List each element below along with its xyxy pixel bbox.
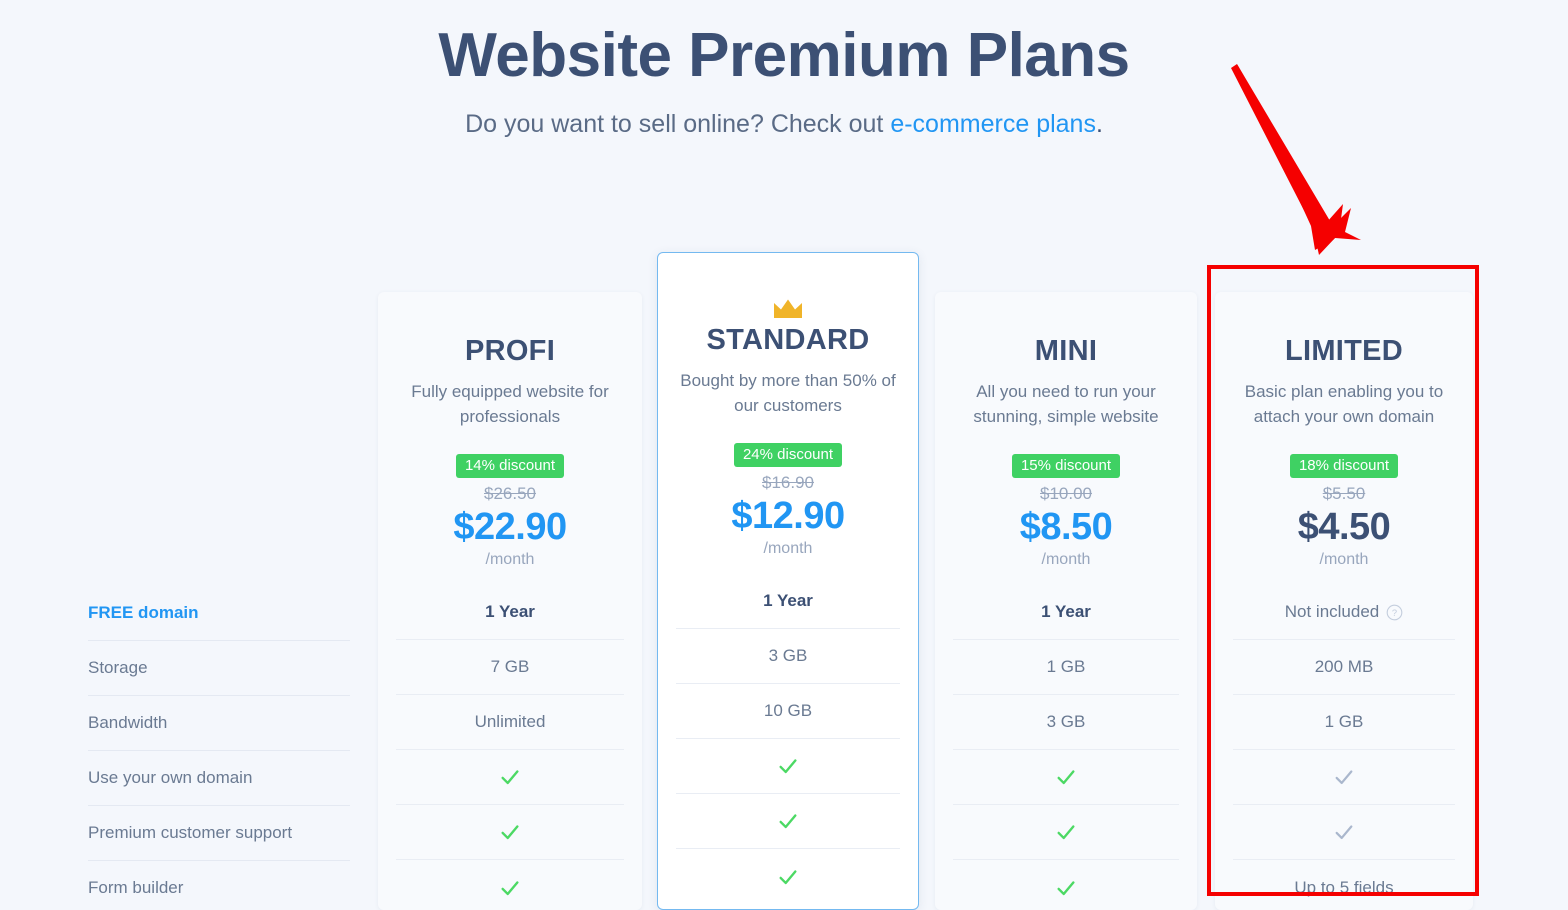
svg-text:?: ? xyxy=(1392,608,1397,618)
feature-label-free-domain: FREE domain xyxy=(88,586,350,641)
value-text: Not included xyxy=(1284,602,1380,622)
value-own-domain xyxy=(1233,750,1455,806)
plan-name: STANDARD xyxy=(706,324,870,356)
value-free-domain: Not included ? xyxy=(1233,585,1455,641)
value-own-domain xyxy=(953,750,1179,806)
check-icon xyxy=(777,810,799,832)
feature-label-own-domain: Use your own domain xyxy=(88,751,350,806)
current-price: $8.50 xyxy=(1019,505,1113,548)
plan-card-limited[interactable]: LIMITED Basic plan enabling you to attac… xyxy=(1215,292,1473,910)
plan-card-profi[interactable]: PROFI Fully equipped website for profess… xyxy=(378,292,642,910)
check-disabled-icon xyxy=(1333,766,1355,788)
plan-card-standard[interactable]: STANDARD Bought by more than 50% of our … xyxy=(657,252,919,910)
page-subtitle: Do you want to sell online? Check out e-… xyxy=(0,108,1568,141)
check-icon xyxy=(499,766,521,788)
current-price: $4.50 xyxy=(1297,505,1391,548)
plan-name: PROFI xyxy=(464,335,556,367)
value-form-builder xyxy=(676,849,900,904)
discount-badge: 24% discount xyxy=(733,442,843,467)
value-premium-support xyxy=(1233,805,1455,861)
crown-icon xyxy=(772,297,804,321)
discount-badge: 14% discount xyxy=(455,453,565,478)
plan-description: Fully equipped website for professionals xyxy=(411,381,609,426)
value-form-builder: Up to 5 fields xyxy=(1294,877,1394,897)
billing-period: /month xyxy=(1319,551,1369,569)
check-icon xyxy=(1055,766,1077,788)
old-price: $5.50 xyxy=(1322,483,1366,503)
plan-card-mini[interactable]: MINI All you need to run your stunning, … xyxy=(935,292,1197,910)
value-premium-support xyxy=(676,794,900,850)
check-icon xyxy=(777,866,799,888)
value-free-domain: 1 Year xyxy=(676,574,900,630)
value-storage: 1 GB xyxy=(953,640,1179,696)
page-title: Website Premium Plans xyxy=(438,21,1130,90)
check-icon xyxy=(499,877,521,899)
feature-label-form-builder: Form builder xyxy=(88,861,350,910)
value-storage: 200 MB xyxy=(1233,640,1455,696)
value-bandwidth: 3 GB xyxy=(953,695,1179,751)
old-price: $26.50 xyxy=(484,483,536,503)
check-icon xyxy=(1055,821,1077,843)
pricing-page: Website Premium Plans Do you want to sel… xyxy=(0,0,1568,910)
plan-name: MINI xyxy=(1034,335,1098,367)
plan-feature-values: 1 Year 3 GB 10 GB xyxy=(658,574,918,904)
plan-feature-values: 1 Year 1 GB 3 GB xyxy=(935,585,1197,910)
value-bandwidth: Unlimited xyxy=(396,695,624,751)
value-storage: 7 GB xyxy=(396,640,624,696)
old-price: $16.90 xyxy=(762,472,814,492)
billing-period: /month xyxy=(485,551,535,569)
current-price: $12.90 xyxy=(731,494,845,537)
plan-name: LIMITED xyxy=(1284,335,1404,367)
value-own-domain xyxy=(396,750,624,806)
ecommerce-plans-link[interactable]: e-commerce plans xyxy=(890,110,1096,138)
value-premium-support xyxy=(396,805,624,861)
old-price: $10.00 xyxy=(1040,483,1092,503)
plan-description: Basic plan enabling you to attach your o… xyxy=(1244,381,1444,426)
feature-label-storage: Storage xyxy=(88,641,350,696)
billing-period: /month xyxy=(1041,551,1091,569)
value-bandwidth: 1 GB xyxy=(1233,695,1455,751)
plan-description: All you need to run your stunning, simpl… xyxy=(973,381,1159,426)
check-disabled-icon xyxy=(1333,821,1355,843)
plan-feature-values: 1 Year 7 GB Unlimited xyxy=(378,585,642,910)
plan-description: Bought by more than 50% of our customers xyxy=(680,370,896,415)
value-premium-support xyxy=(953,805,1179,861)
value-bandwidth: 10 GB xyxy=(676,684,900,740)
value-form-builder xyxy=(396,860,624,910)
subtitle-text: Do you want to sell online? Check out xyxy=(465,110,891,138)
plan-feature-values: Not included ? 200 MB 1 GB Up to 5 field… xyxy=(1215,585,1473,910)
check-icon xyxy=(499,821,521,843)
check-icon xyxy=(1055,877,1077,899)
feature-label-bandwidth: Bandwidth xyxy=(88,696,350,751)
value-form-builder xyxy=(953,860,1179,910)
current-price: $22.90 xyxy=(453,505,567,548)
value-storage: 3 GB xyxy=(676,629,900,685)
value-free-domain: 1 Year xyxy=(953,585,1179,641)
check-icon xyxy=(777,755,799,777)
billing-period: /month xyxy=(763,540,813,558)
help-circle-icon[interactable]: ? xyxy=(1386,604,1403,621)
feature-label-premium-support: Premium customer support xyxy=(88,806,350,861)
discount-badge: 15% discount xyxy=(1011,453,1121,478)
value-free-domain: 1 Year xyxy=(396,585,624,641)
feature-label-column: FREE domain Storage Bandwidth Use your o… xyxy=(88,586,350,910)
discount-badge: 18% discount xyxy=(1289,453,1399,478)
subtitle-period: . xyxy=(1095,110,1103,138)
value-own-domain xyxy=(676,739,900,795)
